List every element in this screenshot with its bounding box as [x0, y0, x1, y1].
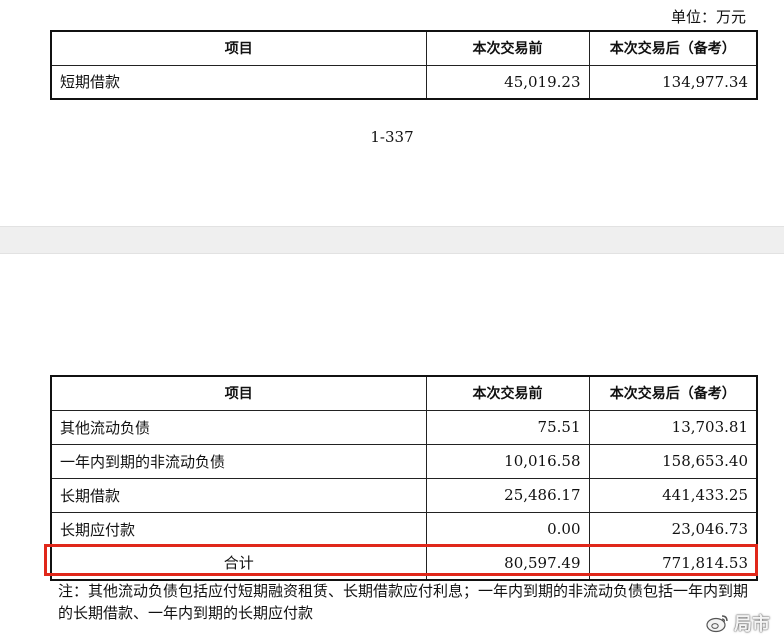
value-after: 13,703.81 [588, 409, 758, 445]
row-label: 长期应付款 [50, 511, 427, 547]
unit-label: 单位：万元 [670, 8, 746, 26]
table-row: 其他流动负债 75.51 13,703.81 [50, 409, 758, 445]
table-short-term-borrowings: 项目 本次交易前 本次交易后（备考） 短期借款 45,019.23 134,97… [50, 30, 758, 100]
row-label: 其他流动负债 [50, 409, 427, 445]
table-header-row: 项目 本次交易前 本次交易后（备考） [50, 375, 758, 411]
header-after: 本次交易后（备考） [588, 30, 758, 66]
footnote: 注：其他流动负债包括应付短期融资租赁、长期借款应付利息；一年内到期的非流动负债包… [58, 582, 749, 622]
table-row: 长期应付款 0.00 23,046.73 [50, 511, 758, 547]
header-item: 项目 [50, 30, 427, 66]
total-row: 合计 80,597.49 771,814.53 [50, 545, 758, 581]
total-after: 771,814.53 [588, 545, 758, 581]
row-label: 长期借款 [50, 477, 427, 513]
value-after: 158,653.40 [588, 443, 758, 479]
table-row: 长期借款 25,486.17 441,433.25 [50, 477, 758, 513]
weibo-icon [706, 615, 728, 633]
value-before: 0.00 [425, 511, 590, 547]
value-before: 45,019.23 [425, 64, 590, 100]
value-before: 25,486.17 [425, 477, 590, 513]
header-before: 本次交易前 [425, 375, 590, 411]
total-label: 合计 [50, 545, 427, 581]
row-label: 一年内到期的非流动负债 [50, 443, 427, 479]
page-number: 1-337 [370, 128, 414, 146]
total-before: 80,597.49 [425, 545, 590, 581]
value-after: 134,977.34 [588, 64, 758, 100]
value-after: 23,046.73 [588, 511, 758, 547]
row-label: 短期借款 [50, 64, 427, 100]
watermark-text: 局市 [734, 614, 770, 635]
watermark: 局市 [706, 610, 770, 636]
value-after: 441,433.25 [588, 477, 758, 513]
header-after: 本次交易后（备考） [588, 375, 758, 411]
table-header-row: 项目 本次交易前 本次交易后（备考） [50, 30, 758, 66]
header-item: 项目 [50, 375, 427, 411]
value-before: 75.51 [425, 409, 590, 445]
table-row: 一年内到期的非流动负债 10,016.58 158,653.40 [50, 443, 758, 479]
page-break [0, 226, 784, 254]
header-before: 本次交易前 [425, 30, 590, 66]
table-row: 短期借款 45,019.23 134,977.34 [50, 64, 758, 100]
table-liabilities: 项目 本次交易前 本次交易后（备考） 其他流动负债 75.51 13,703.8… [50, 375, 758, 581]
value-before: 10,016.58 [425, 443, 590, 479]
